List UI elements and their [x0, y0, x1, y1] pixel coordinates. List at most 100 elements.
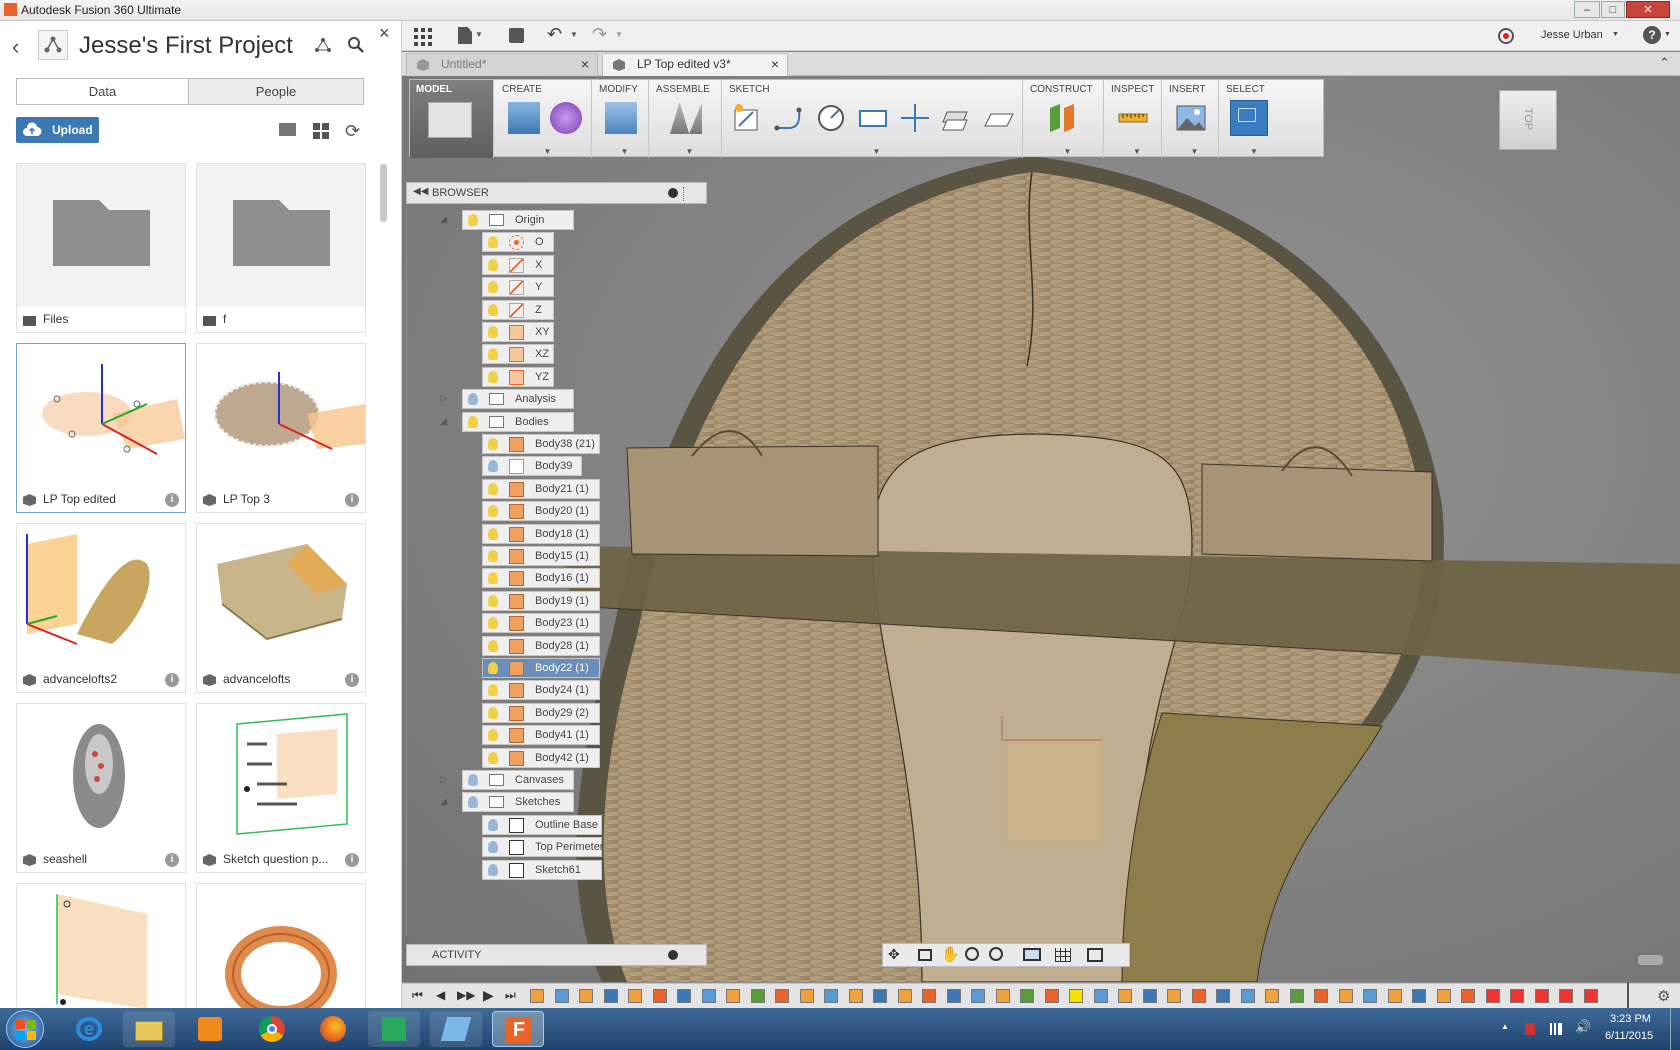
timeline-feature-icon[interactable] [1534, 989, 1549, 1003]
browser-node[interactable]: Sketch61 [482, 859, 602, 880]
go-to-end-icon[interactable]: ⏭ [505, 988, 516, 1003]
timeline-feature-icon[interactable] [1510, 989, 1524, 1003]
file-menu-icon[interactable] [458, 27, 472, 44]
inspect-group[interactable]: INSPECT ▼ [1105, 80, 1162, 158]
viewports-icon[interactable] [1087, 948, 1103, 962]
browser-node[interactable]: Bodies [462, 411, 574, 432]
tab-data[interactable]: Data [16, 78, 189, 105]
modify-group[interactable]: MODIFY ▼ [593, 80, 649, 158]
internet-explorer-icon[interactable]: e [62, 1011, 114, 1047]
start-button[interactable] [6, 1010, 44, 1048]
sketch-group[interactable]: SKETCH ▼ [723, 80, 1023, 158]
new-folder-icon[interactable] [279, 123, 296, 136]
timeline-feature-icon[interactable] [1118, 989, 1132, 1003]
lightbulb-on-icon[interactable] [488, 639, 498, 652]
workspace-switcher[interactable]: MODEL [410, 80, 494, 158]
timeline-feature-icon[interactable] [946, 989, 961, 1003]
search-icon[interactable] [347, 36, 365, 54]
lightbulb-on-icon[interactable] [488, 684, 498, 697]
timeline-feature-icon[interactable] [1142, 989, 1157, 1003]
timeline-feature-icon[interactable] [750, 989, 765, 1003]
sphere-icon[interactable] [550, 102, 582, 134]
point-icon[interactable] [899, 102, 931, 134]
expand-triangle-open-icon[interactable]: ◢ [440, 214, 447, 225]
redo-icon[interactable]: ↷ [592, 24, 607, 45]
lightbulb-on-icon[interactable] [488, 303, 498, 316]
folder-card[interactable]: Files [16, 163, 186, 333]
browser-node[interactable]: Body21 (1) [482, 478, 600, 499]
timeline-feature-icon[interactable] [1093, 989, 1108, 1003]
browser-node[interactable]: Body16 (1) [482, 568, 600, 589]
browser-node[interactable]: Z [482, 299, 554, 320]
timeline-feature-icon[interactable] [1265, 989, 1279, 1003]
lightbulb-off-icon[interactable] [468, 774, 478, 786]
lightbulb-off-icon[interactable] [488, 863, 498, 876]
design-card[interactable]: LP Top 3 i [196, 343, 366, 513]
lightbulb-off-icon[interactable] [488, 841, 498, 854]
action-center-icon[interactable] [1525, 1023, 1535, 1035]
lightbulb-on-icon[interactable] [488, 729, 498, 742]
chevron-down-icon[interactable]: ▼ [570, 30, 578, 39]
timeline-feature-icon[interactable] [554, 989, 569, 1003]
user-name[interactable]: Jesse Urban [1541, 29, 1603, 41]
help-icon[interactable]: ? [1643, 26, 1661, 44]
fit-icon[interactable] [989, 947, 1003, 961]
create-group[interactable]: CREATE ▼ [496, 80, 592, 158]
pan-icon[interactable]: ✋ [941, 945, 960, 963]
chevron-down-icon[interactable]: ▼ [1612, 31, 1619, 38]
lightbulb-on-icon[interactable] [488, 527, 498, 540]
minus-icon[interactable] [668, 188, 678, 198]
browser-node[interactable]: Top Perimeter [482, 837, 603, 858]
timeline-feature-icon[interactable] [530, 989, 544, 1003]
browser-node[interactable]: Body18 (1) [482, 523, 600, 544]
select-group[interactable]: SELECT ▼ [1220, 80, 1324, 158]
step-forward-icon[interactable]: ▶▶ [457, 988, 475, 1002]
design-card[interactable]: Sketch question p... i [196, 703, 366, 873]
info-icon[interactable]: i [345, 493, 359, 507]
circle-icon[interactable] [815, 102, 847, 134]
chevron-down-icon[interactable]: ▼ [1191, 147, 1199, 156]
browser-node[interactable]: Body29 (2) [482, 702, 600, 723]
browser-node[interactable]: XY [482, 322, 554, 342]
plus-icon[interactable] [668, 950, 678, 960]
collapse-icon[interactable]: ⌃ [1659, 55, 1670, 71]
step-back-icon[interactable]: ◀ [436, 988, 445, 1002]
timeline-feature-icon[interactable] [677, 989, 691, 1003]
design-card[interactable] [196, 883, 366, 1008]
rectangle-icon[interactable] [857, 102, 889, 134]
browser-node[interactable]: Y [482, 277, 554, 298]
close-tab-icon[interactable]: × [771, 54, 779, 75]
info-icon[interactable]: i [165, 853, 179, 867]
lightbulb-off-icon[interactable] [488, 460, 498, 473]
project-icon[interactable] [941, 102, 973, 134]
clock-date[interactable]: 6/11/2015 [1605, 1030, 1653, 1042]
timeline-feature-icon[interactable] [1191, 989, 1206, 1003]
chevron-down-icon[interactable]: ▼ [686, 147, 694, 156]
browser-node[interactable]: YZ [482, 366, 554, 387]
browser-node[interactable]: Body19 (1) [482, 590, 600, 611]
browser-node[interactable]: Sketches [462, 792, 574, 813]
browser-node[interactable]: Body22 (1) [482, 658, 600, 678]
browser-node[interactable]: Body41 (1) [482, 725, 600, 746]
browser-node[interactable]: Body20 (1) [482, 501, 600, 522]
timeline-feature-icon[interactable] [848, 989, 863, 1003]
measure-icon[interactable] [1117, 102, 1149, 134]
show-desktop-button[interactable] [1670, 1008, 1680, 1050]
browser-node[interactable]: Body39 [482, 456, 582, 477]
file-explorer-icon[interactable] [123, 1011, 175, 1047]
browser-node[interactable]: Analysis [462, 389, 574, 410]
design-card[interactable]: advancelofts2 i [16, 523, 186, 693]
info-icon[interactable]: i [165, 493, 179, 507]
expand-triangle-open-icon[interactable]: ◢ [440, 796, 447, 807]
timeline-feature-icon[interactable] [897, 989, 912, 1003]
lightbulb-on-icon[interactable] [488, 617, 498, 630]
timeline-marker[interactable] [1627, 982, 1629, 1008]
save-icon[interactable] [509, 28, 524, 43]
tab-people[interactable]: People [188, 78, 364, 105]
lightbulb-on-icon[interactable] [488, 706, 498, 719]
info-icon[interactable]: i [345, 853, 359, 867]
browser-node[interactable]: O [482, 232, 554, 253]
folder-card[interactable]: f [196, 163, 366, 333]
timeline-feature-icon[interactable] [873, 989, 887, 1003]
insert-group[interactable]: INSERT ▼ [1163, 80, 1219, 158]
